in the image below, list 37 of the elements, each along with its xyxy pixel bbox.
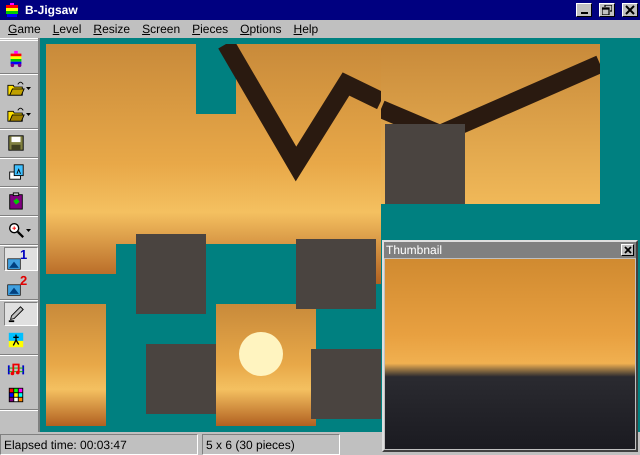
running-person-icon <box>7 331 25 349</box>
folder-icon <box>7 79 25 97</box>
close-button[interactable] <box>621 244 634 256</box>
folder-icon <box>7 105 25 123</box>
number-label: 1 <box>20 248 28 261</box>
minimize-button[interactable] <box>576 3 592 17</box>
thumbnail-title: Thumbnail <box>386 243 442 257</box>
clipboard-icon <box>7 192 25 210</box>
menu-item[interactable]: Level <box>46 22 88 36</box>
caret-icon <box>26 228 31 232</box>
restore-icon <box>602 5 612 15</box>
toolbar-button[interactable] <box>4 302 38 326</box>
color-grid-icon <box>7 386 25 404</box>
menu-item[interactable]: Help <box>288 22 324 36</box>
close-button[interactable] <box>622 3 638 17</box>
picture-icon <box>7 256 21 270</box>
number-label: 2 <box>20 274 28 287</box>
window-title: B-Jigsaw <box>25 3 79 17</box>
menu-item[interactable]: Resize <box>87 22 136 36</box>
menu-item[interactable]: Options <box>234 22 288 36</box>
picture-icon <box>7 282 21 296</box>
magnifier-icon <box>7 221 25 239</box>
minimize-icon <box>580 12 588 14</box>
close-icon <box>624 246 632 254</box>
restore-button[interactable] <box>599 3 615 17</box>
caret-icon <box>26 112 31 116</box>
menu-item[interactable]: Game <box>2 22 47 36</box>
menu-item[interactable]: Screen <box>136 22 186 36</box>
toolbar-button[interactable]: 1 <box>4 247 38 271</box>
status-pane: 5 x 6 (30 pieces) <box>202 434 340 455</box>
status-pane: Elapsed time: 00:03:47 <box>0 434 198 455</box>
caret-icon <box>26 86 31 90</box>
pencil-icon <box>7 305 25 323</box>
picture-icon <box>7 163 25 181</box>
close-icon <box>625 5 635 15</box>
menu-item[interactable]: Pieces <box>186 22 234 36</box>
puzzle-piece-icon <box>4 3 20 17</box>
